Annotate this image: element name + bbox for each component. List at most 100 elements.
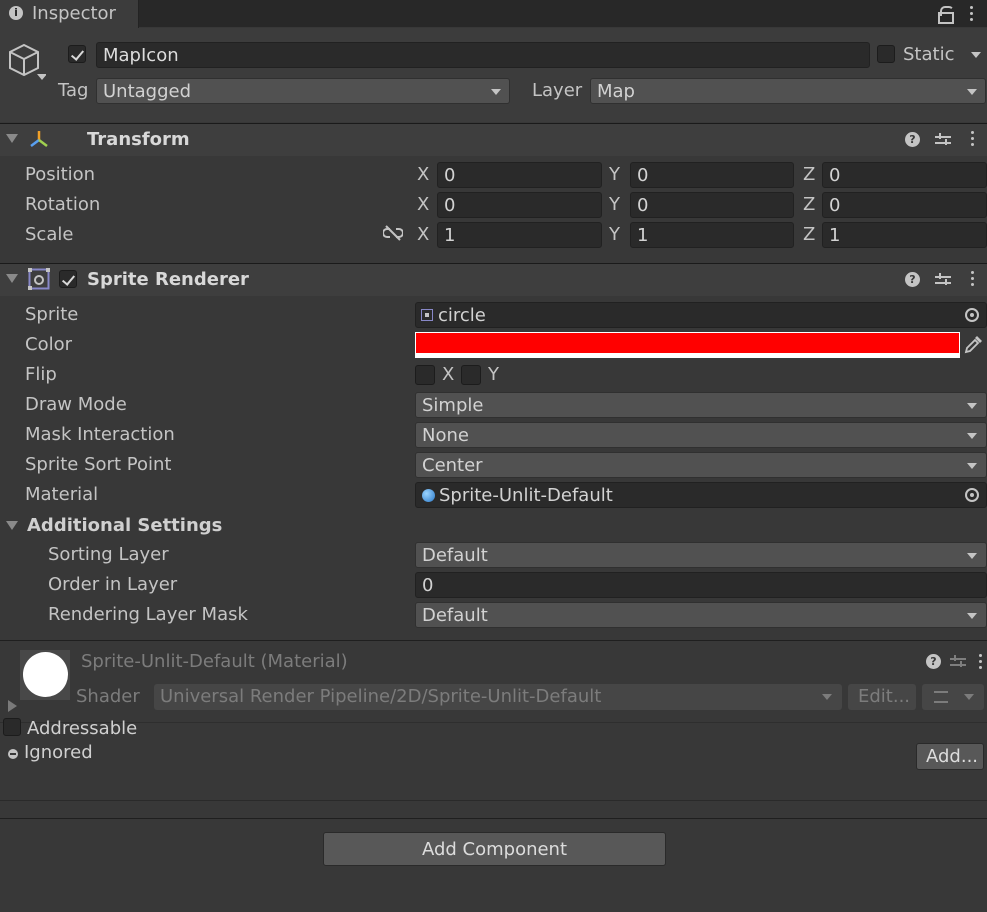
order-in-layer-field[interactable]: 0 [415, 572, 987, 598]
color-label: Color [25, 334, 72, 355]
addressable-separator [0, 722, 987, 723]
color-field[interactable] [415, 332, 960, 358]
tab-menu-icon[interactable] [970, 6, 974, 24]
additional-settings-title[interactable]: Additional Settings [27, 517, 222, 535]
sorting-layer-value: Default [422, 545, 488, 566]
tab-title: Inspector [32, 3, 116, 24]
footer-separator [0, 818, 987, 819]
mask-interaction-dropdown[interactable]: None [415, 422, 987, 448]
flip-y-toggle[interactable] [461, 365, 481, 385]
shader-list-caret [964, 694, 974, 700]
sort-point-dropdown[interactable]: Center [415, 452, 987, 478]
sprite-asset-icon [421, 309, 433, 321]
rotation-x-field[interactable]: 0 [437, 192, 602, 218]
footer-separator-top [0, 800, 987, 801]
scale-y-field[interactable]: 1 [630, 222, 794, 248]
rotation-x-value: 0 [444, 195, 456, 216]
rendering-layer-mask-caret [967, 613, 977, 619]
tag-dropdown[interactable]: Untagged [96, 78, 510, 104]
sorting-layer-dropdown[interactable]: Default [415, 542, 987, 568]
static-label: Static [903, 44, 955, 65]
position-x-value: 0 [444, 165, 456, 186]
static-dropdown-caret[interactable] [971, 52, 981, 58]
static-toggle[interactable] [877, 45, 895, 63]
layer-caret [967, 89, 977, 95]
shader-value: Universal Render Pipeline/2D/Sprite-Unli… [160, 686, 602, 707]
position-z-axis: Z [803, 164, 816, 185]
add-label-button[interactable]: Add... [916, 743, 984, 770]
info-icon: i [9, 6, 23, 20]
layer-dropdown[interactable]: Map [590, 78, 986, 104]
unlinked-scale-icon[interactable] [383, 225, 403, 241]
tab-inspector[interactable]: i Inspector [0, 0, 139, 28]
position-z-field[interactable]: 0 [822, 162, 987, 188]
rotation-x-axis: X [417, 194, 430, 215]
shader-edit-button[interactable]: Edit... [848, 684, 916, 710]
position-y-axis: Y [609, 164, 620, 185]
presets-icon[interactable] [935, 133, 951, 147]
additional-settings-foldout-icon[interactable] [6, 521, 18, 530]
scale-label: Scale [25, 224, 74, 245]
material-picker-icon[interactable] [965, 488, 979, 502]
shader-list-button[interactable] [922, 684, 984, 710]
add-component-button[interactable]: Add Component [323, 832, 666, 866]
object-name-field[interactable]: MapIcon [96, 42, 870, 68]
sprite-renderer-enabled-toggle[interactable] [59, 270, 77, 288]
sort-point-label: Sprite Sort Point [25, 454, 172, 475]
material-help-icon[interactable]: ? [926, 654, 941, 669]
scale-x-field[interactable]: 1 [437, 222, 602, 248]
rendering-layer-mask-dropdown[interactable]: Default [415, 602, 987, 628]
shader-dropdown[interactable]: Universal Render Pipeline/2D/Sprite-Unli… [154, 684, 842, 710]
material-label: Material [25, 484, 99, 505]
draw-mode-label: Draw Mode [25, 394, 127, 415]
material-value: Sprite-Unlit-Default [439, 485, 613, 506]
ignored-label: Ignored [24, 742, 93, 763]
rotation-label: Rotation [25, 194, 101, 215]
ignored-icon [8, 749, 18, 759]
component-menu-icon[interactable] [971, 131, 975, 149]
transform-foldout-icon[interactable] [6, 134, 18, 143]
scale-x-axis: X [417, 224, 430, 245]
sprite-object-field[interactable]: circle [415, 302, 987, 328]
material-presets-icon[interactable] [950, 655, 966, 669]
sr-help-icon[interactable]: ? [905, 272, 920, 287]
material-object-field[interactable]: Sprite-Unlit-Default [415, 482, 987, 508]
eyedropper-icon[interactable] [963, 335, 983, 355]
sprite-label: Sprite [25, 304, 79, 325]
sr-presets-icon[interactable] [935, 273, 951, 287]
mask-interaction-caret [967, 433, 977, 439]
rotation-z-field[interactable]: 0 [822, 192, 987, 218]
position-y-field[interactable]: 0 [630, 162, 794, 188]
flip-y-label: Y [488, 364, 499, 385]
rotation-y-axis: Y [609, 194, 620, 215]
object-picker-icon[interactable] [965, 308, 979, 322]
layer-value: Map [597, 81, 635, 102]
rotation-y-field[interactable]: 0 [630, 192, 794, 218]
flip-label: Flip [25, 364, 57, 385]
draw-mode-value: Simple [422, 395, 484, 416]
draw-mode-caret [967, 403, 977, 409]
scale-z-field[interactable]: 1 [822, 222, 987, 248]
transform-axes-icon [30, 131, 48, 147]
sort-point-value: Center [422, 455, 483, 476]
rendering-layer-mask-value: Default [422, 605, 488, 626]
material-title: Sprite-Unlit-Default (Material) [81, 651, 348, 672]
tag-caret [491, 89, 501, 95]
sprite-renderer-icon [28, 268, 50, 290]
sr-menu-icon[interactable] [971, 271, 975, 289]
scale-x-value: 1 [444, 225, 456, 246]
material-menu-icon[interactable] [979, 654, 983, 672]
sort-point-caret [967, 463, 977, 469]
flip-x-toggle[interactable] [415, 365, 435, 385]
help-icon[interactable]: ? [905, 132, 920, 147]
active-toggle[interactable] [68, 45, 86, 63]
sprite-renderer-foldout-icon[interactable] [6, 274, 18, 283]
position-x-field[interactable]: 0 [437, 162, 602, 188]
addressable-label: Addressable [27, 718, 138, 739]
draw-mode-dropdown[interactable]: Simple [415, 392, 987, 418]
scale-z-value: 1 [829, 225, 841, 246]
material-foldout-icon[interactable] [8, 700, 17, 712]
addressable-toggle[interactable] [3, 718, 21, 736]
position-z-value: 0 [829, 165, 841, 186]
position-label: Position [25, 164, 96, 185]
